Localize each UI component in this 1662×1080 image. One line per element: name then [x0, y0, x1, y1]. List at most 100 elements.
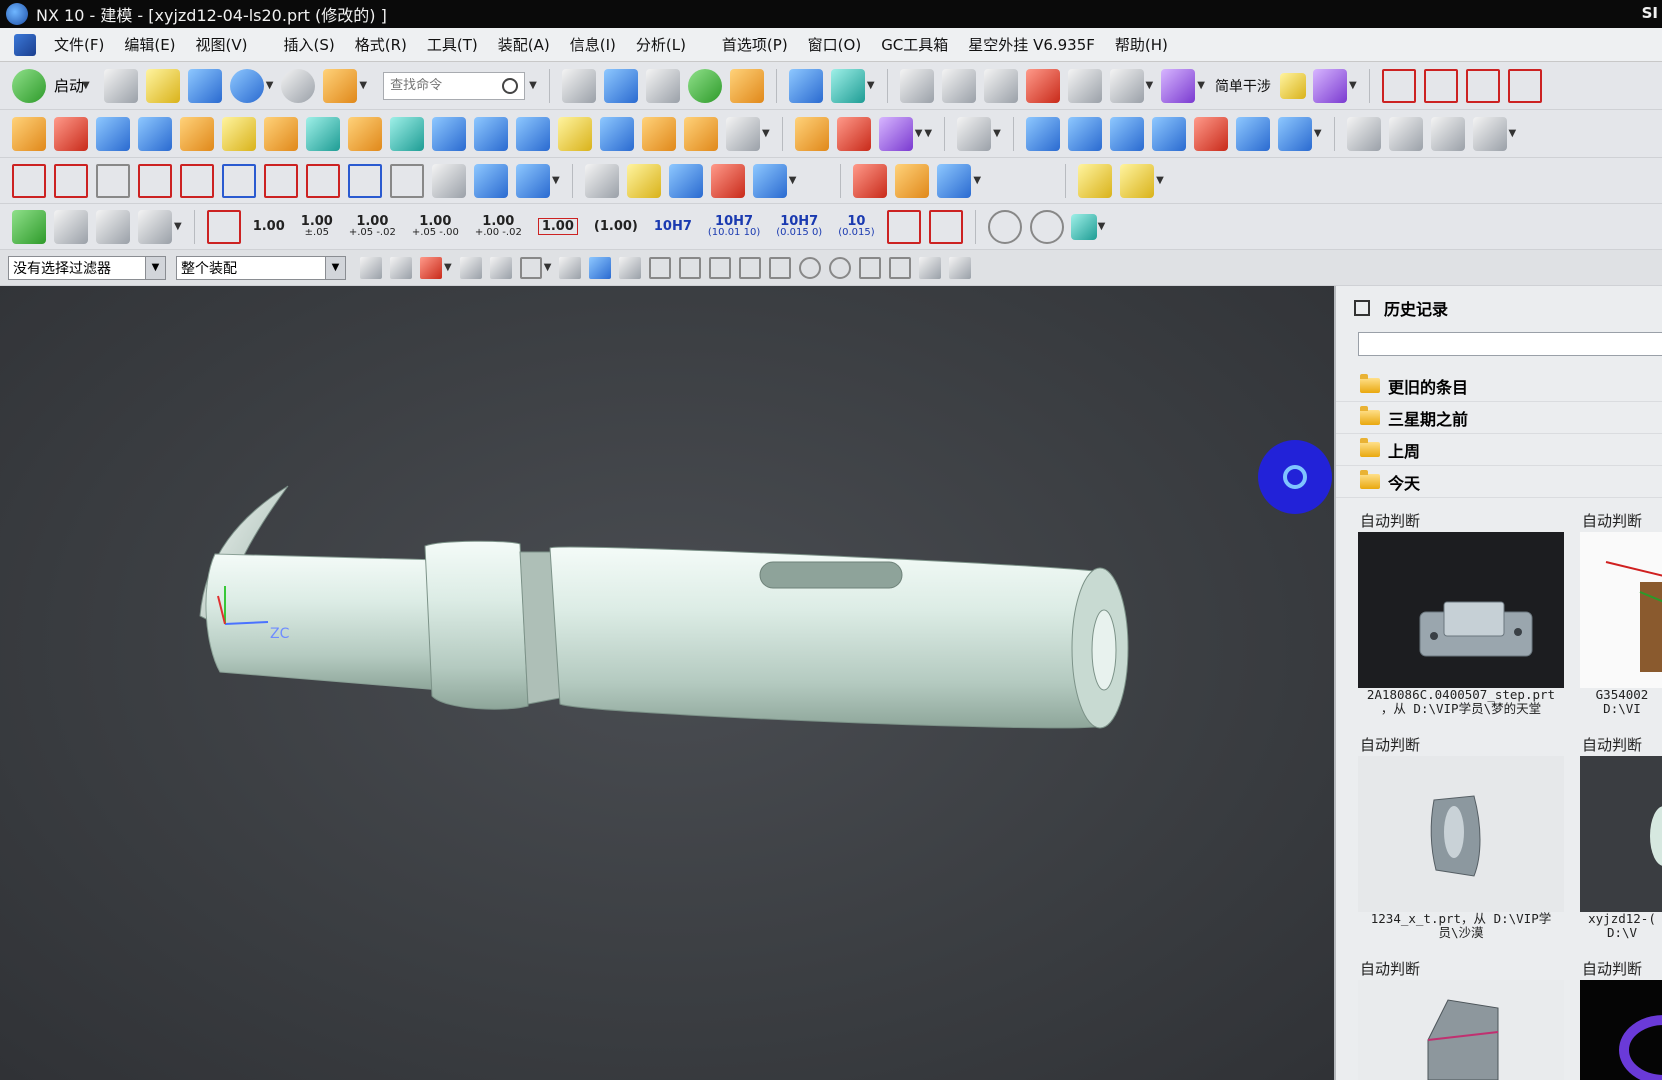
chevron-down-icon[interactable]: ▼: [325, 256, 345, 279]
offset-face-icon[interactable]: [642, 116, 676, 151]
fillet-curve-icon[interactable]: [1507, 68, 1542, 103]
chevron-down-icon[interactable]: ▼: [82, 80, 90, 91]
arc-icon[interactable]: [54, 163, 88, 198]
perpendicular-icon[interactable]: [769, 256, 792, 279]
chevron-down-icon[interactable]: ▼: [544, 262, 552, 273]
dim-basic-button[interactable]: 1.00: [537, 218, 578, 235]
sphere-render-icon[interactable]: [687, 68, 722, 103]
table-icon[interactable]: [96, 209, 130, 244]
intersection-point-icon[interactable]: [739, 256, 762, 279]
trim-curve-icon[interactable]: [1381, 68, 1416, 103]
standard-parts-icon[interactable]: [1120, 163, 1155, 198]
return-icon[interactable]: [1070, 213, 1097, 240]
redo-icon[interactable]: [281, 68, 316, 103]
drawing-sheet-icon[interactable]: [1346, 116, 1381, 151]
history-card[interactable]: 自动判断 G354002 D:\VI: [1580, 510, 1662, 726]
surface-icon[interactable]: [983, 68, 1018, 103]
dim-nominal-button[interactable]: 1.00: [253, 220, 285, 233]
block-icon[interactable]: [794, 116, 829, 151]
dim-fit-stack-button[interactable]: 10 (0.015): [838, 215, 874, 238]
draft-icon[interactable]: [474, 116, 508, 151]
hole-icon[interactable]: [96, 116, 130, 151]
chevron-down-icon[interactable]: ▼: [867, 80, 875, 91]
combined-projection-icon[interactable]: [516, 163, 550, 198]
menu-analysis[interactable]: 分析(L): [626, 34, 696, 55]
history-card[interactable]: 自动判断: [1580, 958, 1662, 1080]
body-select-icon[interactable]: [559, 256, 582, 279]
quadrant-point-icon[interactable]: [829, 256, 852, 279]
n-sided-surface-icon[interactable]: [1193, 116, 1228, 151]
studio-surface-icon[interactable]: [1109, 116, 1144, 151]
history-group-today[interactable]: 今天: [1336, 466, 1662, 498]
section-curve-icon[interactable]: [390, 163, 424, 198]
menu-insert[interactable]: 插入(S): [274, 34, 345, 55]
polygon-icon[interactable]: [180, 163, 214, 198]
endpoint-icon[interactable]: [649, 256, 672, 279]
dim-fit-button[interactable]: 10H7: [654, 220, 692, 233]
dim-bilateral-button[interactable]: 1.00 ±.05: [301, 215, 333, 238]
rib-icon[interactable]: [222, 116, 256, 151]
face-curvature-icon[interactable]: [626, 163, 661, 198]
dimension-style-icon[interactable]: [206, 209, 241, 244]
chevron-down-icon[interactable]: ▼: [359, 80, 367, 91]
transform-icon[interactable]: [1109, 68, 1144, 103]
revolve-icon[interactable]: [54, 116, 88, 151]
view-icon[interactable]: [1430, 116, 1465, 151]
chevron-down-icon[interactable]: ▼: [552, 175, 560, 186]
point-on-surface-icon[interactable]: [919, 256, 942, 279]
draft-analysis-icon[interactable]: [584, 163, 619, 198]
existing-point-icon[interactable]: [859, 256, 882, 279]
weld-icon[interactable]: [895, 163, 930, 198]
menu-view[interactable]: 视图(V): [186, 34, 258, 55]
stop-at-intersection-icon[interactable]: [459, 256, 482, 279]
shell-icon[interactable]: [600, 116, 634, 151]
pad-icon[interactable]: [180, 116, 214, 151]
offset-curve-icon[interactable]: [264, 163, 298, 198]
menu-plugin[interactable]: 星空外挂 V6.935F: [958, 34, 1105, 55]
dim-fit-tolerance-button[interactable]: 10H7 (0.015 0): [776, 215, 822, 238]
extrude-icon[interactable]: [12, 116, 46, 151]
extend-curve-icon[interactable]: [1465, 68, 1500, 103]
move-component-icon[interactable]: [788, 68, 823, 103]
menu-format[interactable]: 格式(R): [345, 34, 417, 55]
solid-select-icon[interactable]: [589, 256, 612, 279]
history-filter-input[interactable]: [1358, 332, 1662, 356]
dim-unequal-button[interactable]: 1.00 +.05 -.02: [349, 215, 396, 238]
split-curve-icon[interactable]: [1423, 68, 1458, 103]
curve-icon[interactable]: [941, 68, 976, 103]
section-view-icon[interactable]: [1472, 116, 1507, 151]
undo-icon[interactable]: [229, 68, 264, 103]
chevron-down-icon[interactable]: ▼: [1146, 80, 1154, 91]
ruled-surface-icon[interactable]: [1151, 116, 1186, 151]
trim-body-icon[interactable]: [432, 116, 466, 151]
menu-window[interactable]: 窗口(O): [798, 34, 872, 55]
chevron-down-icon[interactable]: ▼: [1197, 80, 1205, 91]
diameter-icon[interactable]: [987, 209, 1022, 244]
chevron-down-icon[interactable]: ▼: [145, 256, 165, 279]
history-group-three-weeks[interactable]: 三星期之前: [1336, 402, 1662, 434]
save-icon[interactable]: [187, 68, 222, 103]
chevron-down-icon[interactable]: ▼: [444, 262, 452, 273]
point-icon[interactable]: [138, 163, 172, 198]
command-search[interactable]: [383, 71, 526, 100]
chevron-down-icon[interactable]: ▼: [1314, 128, 1322, 139]
menu-gc-toolkit[interactable]: GC工具箱: [871, 34, 958, 55]
axis-icon[interactable]: [138, 209, 172, 244]
csys-icon[interactable]: [957, 116, 992, 151]
reuse-library-icon[interactable]: [1078, 163, 1113, 198]
extract-curve-icon[interactable]: [432, 163, 466, 198]
sew-icon[interactable]: [1277, 116, 1312, 151]
rectangle-icon[interactable]: [96, 163, 130, 198]
chevron-down-icon[interactable]: ▼: [1509, 128, 1517, 139]
mold-icon[interactable]: [1312, 68, 1347, 103]
history-card[interactable]: 自动判断: [1358, 958, 1564, 1080]
menu-preferences[interactable]: 首选项(P): [712, 34, 798, 55]
analysis-icon[interactable]: [1025, 68, 1060, 103]
follow-fillet-icon[interactable]: [489, 256, 512, 279]
delete-body-icon[interactable]: [836, 116, 871, 151]
interference-icon[interactable]: [1161, 68, 1196, 103]
dim-reference-button[interactable]: (1.00): [594, 220, 638, 233]
radius-leader-icon[interactable]: [928, 209, 963, 244]
command-search-input[interactable]: [390, 78, 501, 93]
menu-help[interactable]: 帮助(H): [1105, 34, 1178, 55]
